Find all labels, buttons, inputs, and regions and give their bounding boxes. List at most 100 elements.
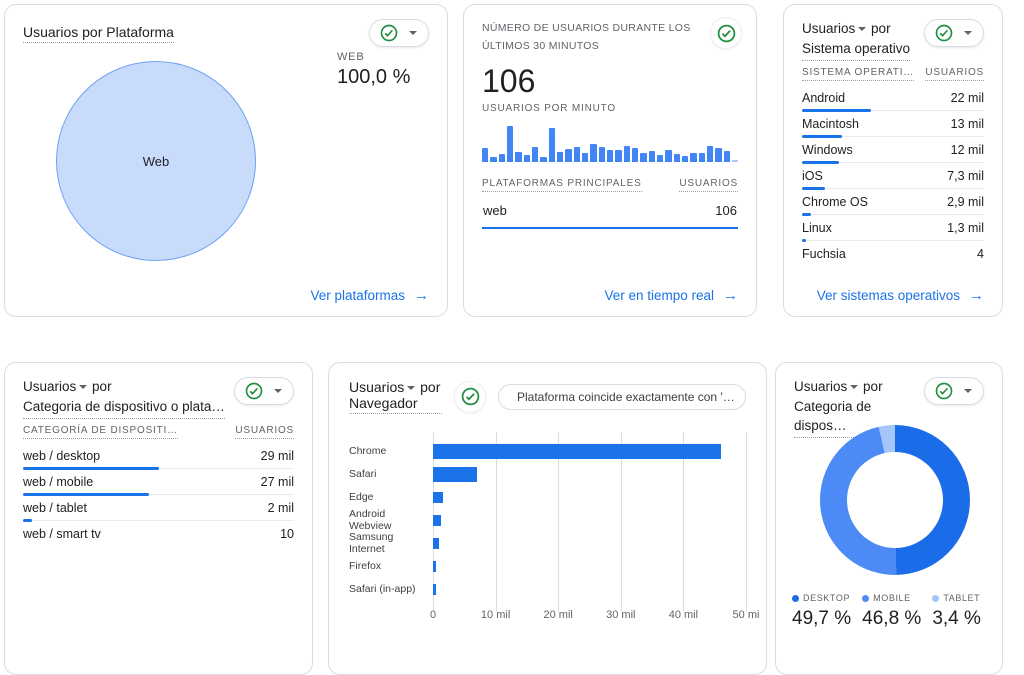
- legend-value: 3,4 %: [932, 608, 981, 630]
- bar: [433, 492, 443, 503]
- spark-bar: [499, 154, 505, 162]
- spark-bar: [615, 150, 621, 162]
- metric-dropdown[interactable]: Usuarios: [794, 379, 859, 394]
- bar: [433, 444, 721, 459]
- card-users-by-device-table: Usuarios por Categoria de dispositivo o …: [4, 362, 313, 675]
- legend-value: 46,8 %: [862, 608, 921, 630]
- validity-badge[interactable]: [710, 17, 742, 49]
- table-row: Android22 mil: [802, 85, 984, 111]
- bar: [433, 561, 436, 572]
- spark-bar: [682, 156, 688, 162]
- bar-label: Samsung Internet: [349, 532, 433, 555]
- spark-bar: [557, 152, 563, 162]
- arrow-right-icon: →: [723, 287, 738, 304]
- spark-bar: [724, 151, 730, 162]
- bar-row: Chrome: [349, 440, 746, 463]
- dimension-label[interactable]: Sistema operativo: [802, 39, 910, 61]
- validity-badge[interactable]: [454, 381, 486, 413]
- users-per-minute-sparkline: [482, 124, 738, 162]
- view-platforms-link[interactable]: Ver plataformas→: [310, 287, 429, 304]
- spark-bar: [515, 152, 521, 162]
- validity-dropdown-button[interactable]: [369, 19, 429, 47]
- bar-row: Samsung Internet: [349, 532, 746, 555]
- column-header-os: SISTEMA OPERATI…: [802, 67, 914, 81]
- table-row: Windows 12 mil: [802, 137, 984, 163]
- spark-bar: [690, 153, 696, 162]
- bar: [433, 467, 477, 482]
- card-users-by-os: Usuarios por Sistema operativo SISTEMA O…: [783, 4, 1003, 317]
- arrow-right-icon: →: [969, 287, 984, 304]
- chevron-down-icon: [850, 385, 858, 389]
- card-title[interactable]: Usuarios por Plataforma: [23, 24, 174, 43]
- chevron-down-icon: [858, 27, 866, 31]
- legend-value: 49,7 %: [792, 608, 851, 630]
- row-label: Windows: [802, 143, 853, 157]
- row-value: 2,9 mil: [947, 195, 984, 209]
- table-row: web / desktop29 mil: [23, 443, 294, 469]
- row-value: 1,3 mil: [947, 221, 984, 235]
- legend-label-row: DESKTOP: [792, 593, 851, 603]
- bar-label: Android Webview: [349, 509, 433, 532]
- row-label: web / smart tv: [23, 527, 101, 541]
- table-row: Chrome OS2,9 mil: [802, 189, 984, 215]
- table-row: Fuchsia4: [802, 241, 984, 266]
- table-row: Macintosh13 mil: [802, 111, 984, 137]
- row-value: 12 mil: [951, 143, 984, 157]
- axis-tick-label: 10 mil: [481, 609, 510, 621]
- bar-label: Chrome: [349, 446, 433, 458]
- axis-tick-label: 0: [430, 609, 436, 621]
- spark-bar: [640, 153, 646, 162]
- bar-track: [433, 463, 746, 486]
- axis-tick-label: 20 mil: [544, 609, 573, 621]
- bar-row: Safari: [349, 463, 746, 486]
- check-circle-icon: [245, 382, 263, 400]
- legend-label: WEB: [337, 51, 410, 63]
- card-users-by-device-donut: Usuarios por Categoria de dispos… DESKTO…: [775, 362, 1003, 675]
- table-row: web / mobile27 mil: [23, 469, 294, 495]
- row-value: 22 mil: [951, 91, 984, 105]
- legend-label: DESKTOP: [803, 593, 850, 603]
- validity-dropdown-button[interactable]: [924, 377, 984, 405]
- spark-bar: [649, 151, 655, 162]
- os-table: Android22 milMacintosh13 mil Windows 12 mi…: [802, 85, 984, 266]
- card-title[interactable]: Usuarios por Navegador: [349, 379, 442, 414]
- bar-track: [433, 578, 746, 601]
- view-os-link[interactable]: Ver sistemas operativos→: [817, 287, 984, 304]
- chevron-down-icon: [79, 385, 87, 389]
- platform-filter-chip[interactable]: Plataforma coincide exactamente con '…: [498, 384, 746, 410]
- dimension-label[interactable]: Categoria de dispositivo o plata…: [23, 397, 225, 419]
- validity-dropdown-button[interactable]: [234, 377, 294, 405]
- spark-bar: [565, 149, 571, 162]
- metric-dropdown[interactable]: Usuarios: [802, 21, 867, 36]
- column-header-device-category: CATEGORÍA DE DISPOSITI…: [23, 425, 178, 439]
- arrow-right-icon: →: [414, 287, 429, 304]
- spark-bar: [540, 157, 546, 162]
- check-circle-icon: [935, 382, 953, 400]
- legend-dot: [862, 595, 869, 602]
- table-row: web 106: [482, 195, 738, 229]
- bar-track: [433, 509, 746, 532]
- row-value: 29 mil: [261, 449, 294, 463]
- card-title: Usuarios por Sistema operativo: [802, 19, 910, 61]
- legend-item: DESKTOP 49,7 %: [792, 593, 851, 630]
- row-label: web / mobile: [23, 475, 93, 489]
- metric-dropdown[interactable]: Usuarios: [23, 379, 88, 394]
- bar-row: Android Webview: [349, 509, 746, 532]
- view-realtime-link[interactable]: Ver en tiempo real→: [604, 287, 738, 304]
- spark-bar: [532, 147, 538, 162]
- bar: [433, 584, 436, 595]
- row-label: web: [483, 203, 507, 218]
- device-donut-chart: [820, 425, 970, 575]
- spark-bar: [707, 146, 713, 162]
- bar-label: Safari: [349, 469, 433, 481]
- check-circle-icon: [380, 24, 398, 42]
- row-value: 7,3 mil: [947, 169, 984, 183]
- card-realtime-users: NÚMERO DE USUARIOS DURANTE LOS ÚLTIMOS 3…: [463, 4, 757, 317]
- chevron-down-icon: [407, 386, 415, 390]
- card-title: Usuarios por Categoria de dispositivo o …: [23, 377, 225, 419]
- spark-bar: [657, 155, 663, 162]
- gridline: [746, 432, 747, 612]
- validity-dropdown-button[interactable]: [924, 19, 984, 47]
- bar-track: [433, 555, 746, 578]
- axis-tick-label: 50 mi: [733, 609, 760, 621]
